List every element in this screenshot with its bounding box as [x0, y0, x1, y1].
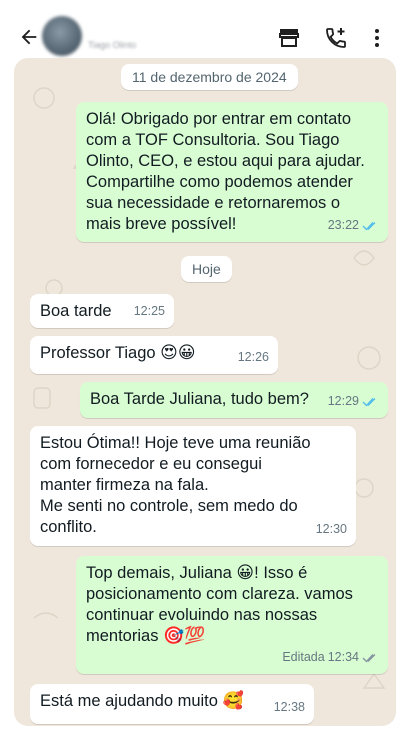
edited-label: Editada [282, 650, 325, 664]
message-text: Professor Tiago 😍😀 [40, 343, 196, 363]
message-outgoing[interactable]: Olá! Obrigado por entrar em contato com … [76, 102, 388, 242]
delivered-ticks-icon [362, 654, 376, 663]
emoji: 🥰 [222, 691, 244, 711]
emoji: 😀 [236, 563, 255, 583]
store-icon[interactable] [277, 26, 301, 50]
message-time: 12:26 [237, 350, 269, 364]
contact-name[interactable]: Tiago Olinto [88, 40, 136, 50]
message-time: 12:29 [327, 394, 359, 408]
message-meta: 12:38 [274, 697, 305, 718]
message-outgoing[interactable]: Top demais, Juliana 😀! Isso é posicionam… [76, 556, 388, 674]
message-incoming[interactable]: Está me ajudando muito 🥰 12:38 [30, 684, 314, 724]
message-text: Top demais, Juliana 😀! Isso é posicionam… [86, 563, 353, 646]
emoji: 🎯💯 [163, 626, 206, 646]
message-meta: 12:26 [238, 347, 269, 368]
message-outgoing[interactable]: Boa Tarde Juliana, tudo bem? 12:29 [80, 382, 388, 418]
message-meta: 12:29 [328, 391, 379, 412]
date-separator-today: Hoje [181, 256, 232, 282]
date-separator: 11 de dezembro de 2024 [121, 64, 298, 90]
contact-avatar[interactable] [42, 16, 82, 56]
emoji: 😍😀 [160, 343, 196, 363]
more-vert-icon[interactable] [365, 26, 389, 50]
message-time: 12:30 [315, 522, 347, 536]
add-call-icon[interactable] [324, 26, 348, 50]
phone-screen: Tiago Olinto 11 de dezembro de 2024 Olá!… [0, 0, 410, 740]
read-ticks-icon [362, 222, 376, 231]
message-meta: 23:22 [328, 215, 379, 236]
read-ticks-icon [362, 398, 376, 407]
message-text: Está me ajudando muito 🥰 [40, 691, 244, 711]
back-arrow-icon[interactable] [18, 26, 40, 48]
message-incoming[interactable]: Estou Ótima!! Hoje teve uma reunião com … [30, 426, 356, 546]
message-incoming[interactable]: Boa tarde 12:25 [30, 294, 174, 328]
message-meta: 12:30 [316, 519, 347, 540]
message-text: Estou Ótima!! Hoje teve uma reunião com … [40, 434, 311, 536]
chat-area[interactable]: 11 de dezembro de 2024 Olá! Obrigado por… [14, 58, 396, 726]
message-incoming[interactable]: Professor Tiago 😍😀 12:26 [30, 336, 278, 374]
message-time: 23:22 [327, 218, 359, 232]
message-time: 12:34 [327, 650, 359, 664]
message-meta: 12:25 [134, 301, 165, 322]
message-time: 12:38 [273, 700, 305, 714]
message-time: 12:25 [133, 304, 165, 318]
message-meta: Editada 12:34 [282, 647, 379, 668]
